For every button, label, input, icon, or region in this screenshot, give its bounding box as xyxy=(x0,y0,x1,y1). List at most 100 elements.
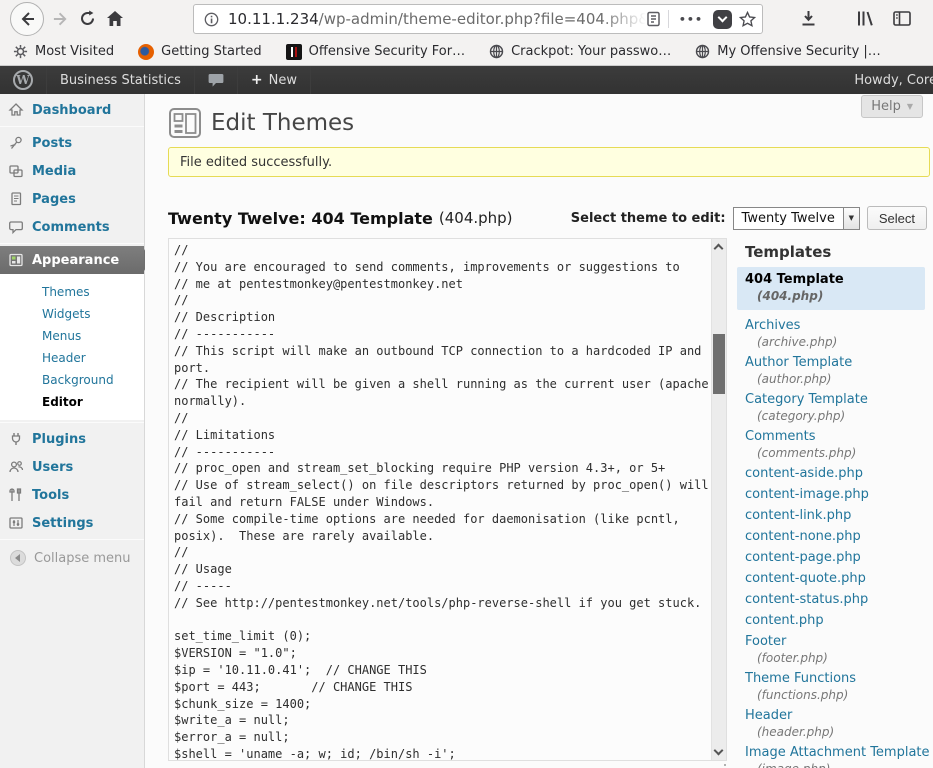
submenu-item-widgets[interactable]: Widgets xyxy=(0,303,144,325)
scroll-down-arrow-icon[interactable] xyxy=(714,746,724,756)
code-editor[interactable]: // // You are encouraged to send comment… xyxy=(168,238,727,761)
template-link[interactable]: content-aside.php xyxy=(745,466,933,482)
template-link[interactable]: Header xyxy=(745,708,933,724)
template-link[interactable]: content-page.php xyxy=(745,550,933,566)
template-link[interactable]: content-none.php xyxy=(745,529,933,545)
template-item[interactable]: content-image.php xyxy=(737,487,933,503)
template-link[interactable]: Author Template xyxy=(745,355,933,371)
submenu-item-editor[interactable]: Editor xyxy=(0,391,144,413)
reload-icon xyxy=(79,10,96,27)
template-link[interactable]: Theme Functions xyxy=(745,671,933,687)
sidebar-item-dashboard[interactable]: Dashboard xyxy=(0,96,144,124)
bookmark-most-visited[interactable]: Most Visited xyxy=(13,44,114,59)
reload-button[interactable] xyxy=(79,10,96,27)
template-item[interactable]: content.php xyxy=(737,613,933,629)
submenu-item-header[interactable]: Header xyxy=(0,347,144,369)
scrollbar-thumb[interactable] xyxy=(713,334,725,394)
bookmark-my-offensive-security[interactable]: My Offensive Security |… xyxy=(695,44,881,59)
success-notice: File edited successfully. xyxy=(168,147,930,177)
plus-icon: + xyxy=(251,72,263,88)
submenu-item-background[interactable]: Background xyxy=(0,369,144,391)
template-link[interactable]: Archives xyxy=(745,318,933,334)
select-theme-button[interactable]: Select xyxy=(867,206,927,230)
template-item[interactable]: content-aside.php xyxy=(737,466,933,482)
file-title-row: Twenty Twelve: 404 Template (404.php) Se… xyxy=(168,204,927,232)
reader-mode-icon[interactable] xyxy=(646,11,661,27)
pages-icon xyxy=(8,191,24,207)
comments-menu[interactable] xyxy=(195,66,238,94)
comment-bubble-icon xyxy=(8,219,24,235)
template-link[interactable]: Footer xyxy=(745,634,933,650)
template-item[interactable]: Header (header.php) xyxy=(737,708,933,740)
submenu-item-themes[interactable]: Themes xyxy=(0,281,144,303)
downloads-button[interactable] xyxy=(800,10,817,27)
dropdown-arrow-button[interactable]: ▼ xyxy=(843,208,859,229)
submenu-item-menus[interactable]: Menus xyxy=(0,325,144,347)
template-item[interactable]: Image Attachment Template (image.php) xyxy=(737,745,933,768)
howdy-text: Howdy, Core xyxy=(854,73,933,88)
bookmark-getting-started[interactable]: Getting Started xyxy=(138,44,262,60)
template-item[interactable]: content-none.php xyxy=(737,529,933,545)
forward-button[interactable] xyxy=(52,11,69,27)
sidebar-item-users[interactable]: Users xyxy=(0,453,144,481)
bookmarks-bar: Most Visited Getting Started Offensive S… xyxy=(0,38,933,66)
template-link[interactable]: Category Template xyxy=(745,392,933,408)
sidebar-item-media[interactable]: Media xyxy=(0,157,144,185)
howdy-account-menu[interactable]: Howdy, Core xyxy=(841,66,933,94)
sidebar-item-tools[interactable]: Tools xyxy=(0,481,144,509)
template-item[interactable]: Author Template (author.php) xyxy=(737,355,933,387)
template-link[interactable]: content.php xyxy=(745,613,933,629)
template-item[interactable]: Category Template (category.php) xyxy=(737,392,933,424)
sidebar-item-plugins[interactable]: Plugins xyxy=(0,425,144,453)
bookmark-label: My Offensive Security |… xyxy=(717,44,881,59)
template-item[interactable]: Footer (footer.php) xyxy=(737,634,933,666)
url-bar[interactable]: 10.11.1.234/wp-admin/theme-editor.php?fi… xyxy=(193,4,763,34)
bookmark-crackpot[interactable]: Crackpot: Your passwo… xyxy=(489,44,671,59)
site-name-menu[interactable]: Business Statistics xyxy=(47,66,195,94)
code-content[interactable]: // // You are encouraged to send comment… xyxy=(174,242,716,761)
tools-icon xyxy=(8,487,24,503)
template-link[interactable]: content-image.php xyxy=(745,487,933,503)
gear-icon xyxy=(13,44,28,59)
bookmark-offensive-security-forums[interactable]: Offensive Security For… xyxy=(286,44,465,60)
sidebar-item-comments[interactable]: Comments xyxy=(0,213,144,241)
template-item-current[interactable]: 404 Template (404.php) xyxy=(737,267,925,310)
wp-logo-menu[interactable]: W xyxy=(0,66,47,94)
template-item[interactable]: content-quote.php xyxy=(737,571,933,587)
collapse-menu-button[interactable]: Collapse menu xyxy=(0,550,144,566)
back-button[interactable] xyxy=(10,2,44,36)
help-button[interactable]: Help ▼ xyxy=(861,95,923,118)
scroll-up-arrow-icon[interactable] xyxy=(714,244,724,254)
template-link[interactable]: content-quote.php xyxy=(745,571,933,587)
page-actions-icon[interactable]: ••• xyxy=(676,13,706,26)
template-item[interactable]: Comments (comments.php) xyxy=(737,429,933,461)
template-link[interactable]: Comments xyxy=(745,429,933,445)
textarea-resize-grip[interactable] xyxy=(715,763,727,768)
sidebar-toggle-button[interactable] xyxy=(893,11,911,26)
new-content-menu[interactable]: + New xyxy=(238,66,311,94)
library-button[interactable] xyxy=(856,10,875,27)
template-item[interactable]: Theme Functions (functions.php) xyxy=(737,671,933,703)
theme-select-dropdown[interactable]: Twenty Twelve ▼ xyxy=(733,207,860,230)
template-name: 404 Template xyxy=(745,272,925,288)
editor-vertical-scrollbar[interactable] xyxy=(711,239,726,760)
sidebar-item-pages[interactable]: Pages xyxy=(0,185,144,213)
template-item[interactable]: content-page.php xyxy=(737,550,933,566)
template-filename: (404.php) xyxy=(745,288,925,304)
home-button[interactable] xyxy=(106,10,124,27)
template-item[interactable]: content-link.php xyxy=(737,508,933,524)
template-item[interactable]: Archives (archive.php) xyxy=(737,318,933,350)
pushpin-icon xyxy=(8,135,24,151)
pocket-icon[interactable] xyxy=(713,10,732,29)
sidebar-item-posts[interactable]: Posts xyxy=(0,129,144,157)
sidebar-item-settings[interactable]: Settings xyxy=(0,509,144,537)
bookmark-star-icon[interactable] xyxy=(739,11,756,28)
sidebar-item-label: Pages xyxy=(32,192,76,207)
template-item[interactable]: content-status.php xyxy=(737,592,933,608)
template-filename: (author.php) xyxy=(745,371,933,387)
template-link[interactable]: content-status.php xyxy=(745,592,933,608)
sidebar-item-appearance[interactable]: Appearance xyxy=(0,246,144,274)
template-link[interactable]: Image Attachment Template xyxy=(745,745,933,761)
site-info-icon[interactable] xyxy=(204,12,219,27)
template-link[interactable]: content-link.php xyxy=(745,508,933,524)
